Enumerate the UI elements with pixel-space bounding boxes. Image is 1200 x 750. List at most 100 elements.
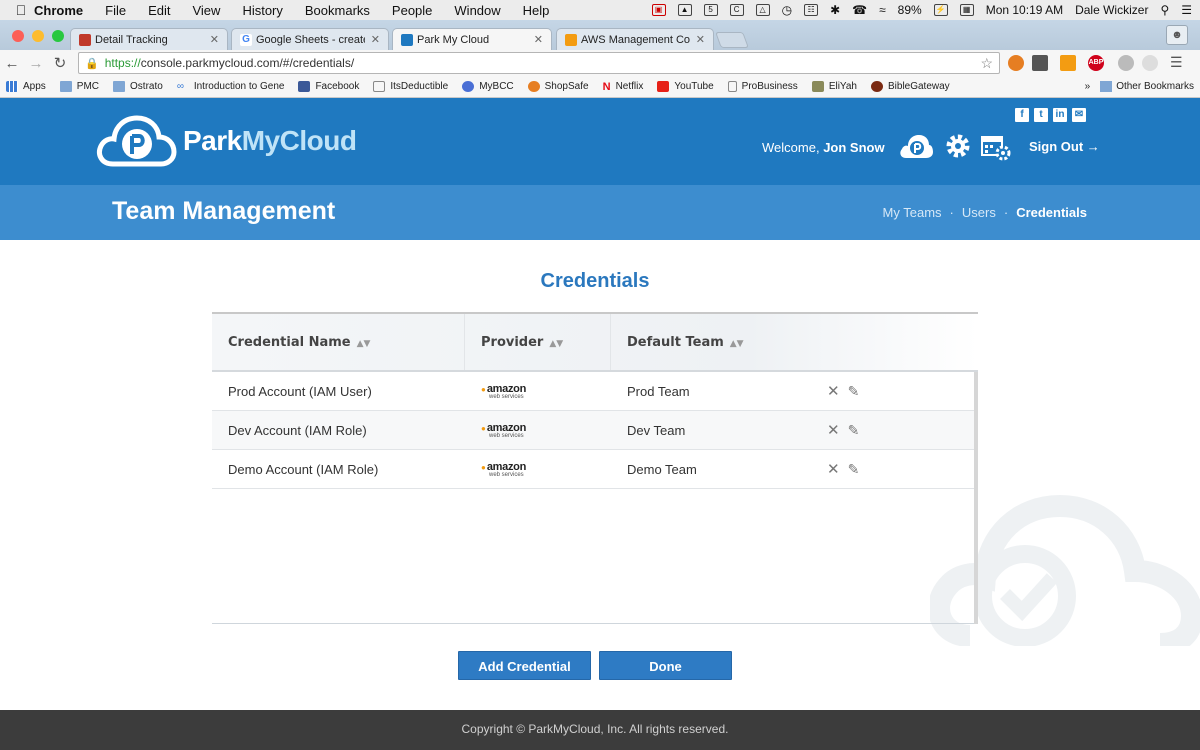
column-header-credential-name[interactable]: Credential Name ▲▼: [212, 314, 465, 370]
nav-my-teams[interactable]: My Teams: [883, 205, 942, 220]
adblock-icon[interactable]: ABP: [1088, 55, 1104, 71]
email-icon[interactable]: ✉: [1072, 108, 1086, 122]
bookmark-mybcc[interactable]: MyBCC: [462, 81, 514, 92]
done-button[interactable]: Done: [599, 651, 732, 680]
bookmark-shopsafe[interactable]: ShopSafe: [527, 81, 589, 92]
bookmark-star-icon[interactable]: ☆: [980, 55, 993, 72]
more-bookmarks-chevron-icon[interactable]: »: [1085, 81, 1091, 92]
bookmark-ostrato[interactable]: Ostrato: [113, 81, 163, 92]
menu-bookmarks[interactable]: Bookmarks: [305, 3, 370, 18]
menu-people[interactable]: People: [392, 3, 432, 18]
tab-aws-console[interactable]: AWS Management Console ✕: [556, 28, 714, 50]
clock[interactable]: Mon 10:19 AM: [986, 3, 1063, 17]
menu-list-icon[interactable]: ☰: [1181, 3, 1192, 17]
profile-icon[interactable]: ☻: [1166, 25, 1188, 45]
column-header-default-team[interactable]: Default Team ▲▼: [611, 314, 811, 370]
sort-icon[interactable]: ▲▼: [357, 339, 371, 349]
edit-pencil-icon[interactable]: ✎: [848, 461, 860, 478]
close-window-button[interactable]: [12, 30, 24, 42]
bluetooth-icon[interactable]: ✱: [830, 3, 840, 17]
tab-close-icon[interactable]: ✕: [210, 33, 219, 46]
reload-icon[interactable]: ↻: [48, 54, 72, 72]
menu-edit[interactable]: Edit: [148, 3, 170, 18]
tab-google-sheets[interactable]: G Google Sheets - create and ✕: [231, 28, 389, 50]
add-credential-button[interactable]: Add Credential: [458, 651, 591, 680]
address-bar[interactable]: 🔒 https:// console.parkmycloud.com/#/cre…: [78, 52, 1000, 74]
input-source-icon[interactable]: ▦: [959, 4, 974, 16]
bookmark-netflix[interactable]: N Netflix: [603, 81, 644, 93]
extension-icon[interactable]: [1008, 55, 1024, 71]
bookmark-youtube[interactable]: YouTube: [657, 81, 714, 92]
bookmark-eliyah[interactable]: EliYah: [811, 81, 857, 92]
bookmark-introduction[interactable]: ∞ Introduction to Gene: [177, 81, 285, 92]
bookmark-biblegateway[interactable]: BibleGateway: [870, 81, 950, 92]
sort-icon[interactable]: ▲▼: [549, 339, 563, 349]
extension-light-icon[interactable]: [1142, 55, 1158, 71]
edit-pencil-icon[interactable]: ✎: [848, 383, 860, 400]
table-row[interactable]: Demo Account (IAM Role) ●amazon web servi…: [212, 450, 974, 489]
minimize-window-button[interactable]: [32, 30, 44, 42]
new-tab-button[interactable]: [715, 32, 749, 48]
menu-file[interactable]: File: [105, 3, 126, 18]
tab-detail-tracking[interactable]: Detail Tracking ✕: [70, 28, 228, 50]
schedule-calendar-gear-icon[interactable]: [980, 133, 1012, 161]
delete-icon[interactable]: ✕: [827, 382, 840, 400]
screen-record-icon[interactable]: ▣: [651, 4, 666, 16]
search-icon[interactable]: ⚲: [1160, 3, 1169, 17]
table-row[interactable]: Dev Account (IAM Role) ●amazon web servic…: [212, 411, 974, 450]
phone-icon[interactable]: ☎: [852, 3, 867, 17]
menu-window[interactable]: Window: [454, 3, 500, 18]
settings-gear-icon[interactable]: [945, 133, 971, 159]
bookmark-facebook[interactable]: Facebook: [298, 81, 359, 92]
shield-icon[interactable]: ▲: [677, 4, 692, 16]
tab-park-my-cloud[interactable]: Park My Cloud ✕: [392, 28, 552, 50]
c-icon[interactable]: C: [729, 4, 744, 16]
user-name[interactable]: Dale Wickizer: [1075, 3, 1148, 17]
apple-menu-icon[interactable]: : [8, 2, 34, 18]
chrome-menu-icon[interactable]: ☰: [1170, 54, 1183, 71]
linkedin-icon[interactable]: in: [1053, 108, 1067, 122]
delete-icon[interactable]: ✕: [827, 460, 840, 478]
analytics-extension-icon[interactable]: [1060, 55, 1076, 71]
parkmycloud-p-icon[interactable]: [898, 133, 934, 161]
column-header-provider[interactable]: Provider ▲▼: [465, 314, 611, 370]
twitter-icon[interactable]: t: [1034, 108, 1048, 122]
forward-arrow-icon[interactable]: →: [24, 55, 48, 72]
tab-close-icon[interactable]: ✕: [696, 33, 705, 46]
other-bookmarks[interactable]: » Other Bookmarks: [1085, 81, 1194, 92]
nav-credentials[interactable]: Credentials: [1016, 205, 1087, 220]
five-icon[interactable]: 5: [703, 4, 718, 16]
wifi-icon[interactable]: ≈: [879, 3, 886, 17]
table-row[interactable]: Prod Account (IAM User) ●amazon web servi…: [212, 372, 974, 411]
bookmark-probusiness[interactable]: ProBusiness: [727, 81, 798, 92]
keyboard-icon[interactable]: ☷: [804, 4, 819, 16]
tab-close-icon[interactable]: ✕: [371, 33, 380, 46]
sign-out-link[interactable]: Sign Out →: [1029, 139, 1100, 154]
menu-app-name[interactable]: Chrome: [34, 3, 83, 18]
menu-view[interactable]: View: [192, 3, 220, 18]
maximize-window-button[interactable]: [52, 30, 64, 42]
delete-icon[interactable]: ✕: [827, 421, 840, 439]
extension-gray-icon[interactable]: [1118, 55, 1134, 71]
tab-close-icon[interactable]: ✕: [534, 33, 543, 46]
extension-puzzle-icon[interactable]: [1032, 55, 1048, 71]
bookmark-label: Ostrato: [130, 81, 163, 92]
bookmark-itsdeductible[interactable]: ItsDeductible: [373, 81, 448, 92]
airplay-icon[interactable]: △: [755, 4, 770, 16]
facebook-icon[interactable]: f: [1015, 108, 1029, 122]
parkmycloud-logo[interactable]: ParkMyCloud: [95, 112, 357, 170]
bookmark-pmc[interactable]: PMC: [59, 81, 99, 92]
site-header: ParkMyCloud f t in ✉ Welcome, Jon Snow S…: [0, 98, 1200, 185]
time-machine-icon[interactable]: ◷: [782, 3, 792, 17]
bookmark-apps[interactable]: Apps: [6, 81, 46, 92]
battery-icon[interactable]: ⚡: [933, 4, 948, 16]
nav-users[interactable]: Users: [962, 205, 996, 220]
sort-icon[interactable]: ▲▼: [730, 339, 744, 349]
edit-pencil-icon[interactable]: ✎: [848, 422, 860, 439]
back-arrow-icon[interactable]: ←: [0, 55, 24, 72]
credential-name-cell: Dev Account (IAM Role): [228, 422, 367, 438]
menu-help[interactable]: Help: [523, 3, 550, 18]
battery-percent[interactable]: 89%: [898, 3, 922, 17]
nav-separator: ·: [1003, 205, 1009, 220]
menu-history[interactable]: History: [242, 3, 282, 18]
